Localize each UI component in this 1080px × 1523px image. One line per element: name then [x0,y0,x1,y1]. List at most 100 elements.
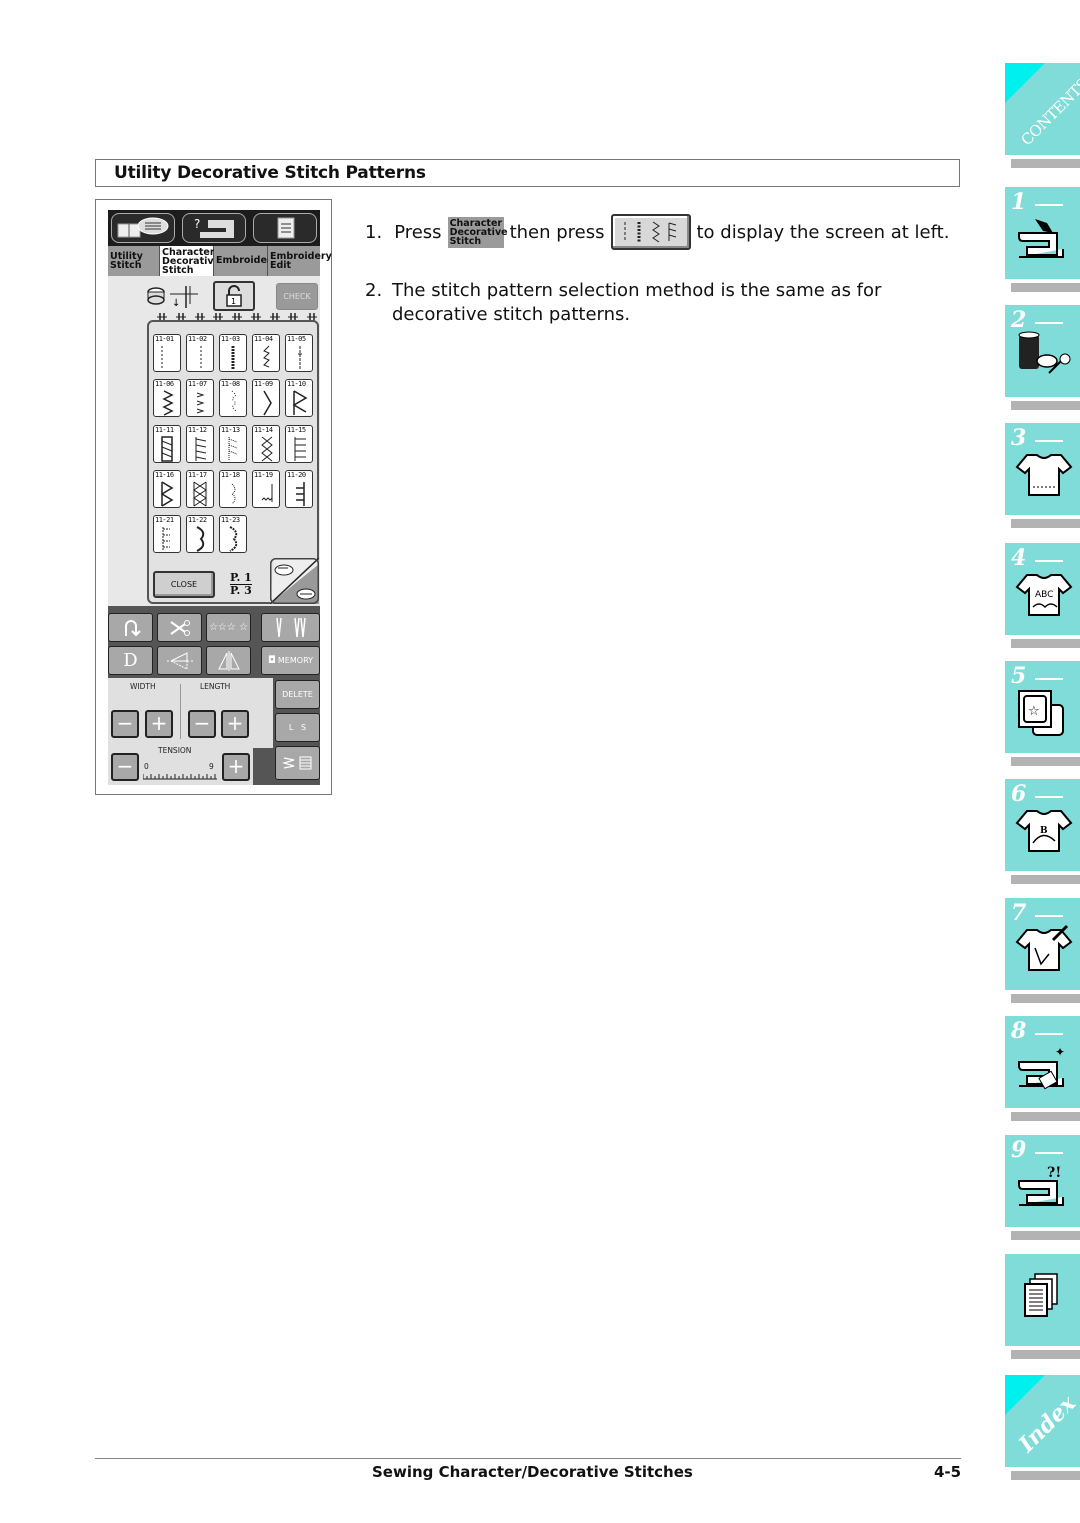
stitch-pattern-11-15[interactable]: 11-15 [285,425,313,463]
tension-plus-button[interactable]: + [222,753,250,781]
thread-cutter-button[interactable] [157,613,202,642]
tab-number: 5 [1011,663,1027,689]
needle-mode-button[interactable] [261,613,320,642]
check-button[interactable]: CHECK [276,283,318,310]
page-turn-button[interactable] [269,557,320,605]
chapter-tab-7[interactable]: 7 [1005,898,1080,990]
length-plus-button[interactable]: + [221,710,249,738]
pattern-repeat-button[interactable]: ☆☆☆ ☆ [206,613,251,642]
page-number: 4-5 [934,1463,962,1481]
tab-embroidery-edit[interactable]: Embroidery Edit [268,246,332,276]
shirt-edit-icon [1015,924,1073,971]
stitch-pattern-11-11[interactable]: 11-11 [153,425,181,463]
tab-shadow [1011,159,1080,168]
tab-dash [1035,1033,1063,1035]
stitch-pattern-11-22[interactable]: 11-22 [186,515,214,553]
chapter-tab-5[interactable]: 5 ☆ [1005,661,1080,753]
stitch-pattern-11-23[interactable]: 11-23 [219,515,247,553]
tension-minus-button[interactable]: − [111,753,139,781]
stitch-glyph-icon [294,437,306,461]
close-button[interactable]: CLOSE [153,571,215,598]
tab-number: 4 [1011,545,1027,571]
stitch-pattern-11-02[interactable]: 11-02 [186,334,214,372]
character-decorative-stitch-key: Character Decorative Stitch [447,216,508,248]
stitch-pattern-11-17[interactable]: 11-17 [186,470,214,508]
stitch-pattern-11-12[interactable]: 11-12 [186,425,214,463]
width-minus-button[interactable]: − [111,710,139,738]
width-plus-button[interactable]: + [145,710,173,738]
tab-utility-stitch[interactable]: Utility Stitch [108,246,160,276]
section-title: Utility Decorative Stitch Patterns [114,163,426,183]
stitch-pattern-11-06[interactable]: 11-06 [153,379,181,417]
appendix-tab[interactable] [1005,1254,1080,1346]
chapter-tab-2[interactable]: 2 [1005,305,1080,397]
tab-shadow [1011,519,1080,528]
delete-button[interactable]: DELETE [275,680,320,709]
tab-dash [1035,560,1063,562]
stitch-patterns-icon [624,221,676,243]
memory-button[interactable]: ◘ MEMORY [261,646,320,675]
length-minus-button[interactable]: − [188,710,216,738]
chapter-tab-9[interactable]: 9?! [1005,1135,1080,1227]
tab-character-decorative-stitch[interactable]: Character Decorative Stitch [160,246,220,276]
stitch-pattern-11-21[interactable]: 11-21 [153,515,181,553]
stitch-glyph-icon [200,346,202,370]
contents-tab[interactable]: CONTENTS [1005,63,1080,155]
hand-down-icon [296,588,316,600]
pattern-code: 11-04 [254,335,273,343]
lock-button[interactable]: 1 [213,281,255,311]
stitch-pattern-11-04[interactable]: 11-04 [252,334,280,372]
stitch-pattern-11-20[interactable]: 11-20 [285,470,313,508]
stitch-pattern-11-07[interactable]: 11-07 [186,379,214,417]
reverse-stitch-button[interactable] [108,613,153,642]
checklist-icon[interactable] [253,213,317,243]
stitch-glyph-icon [196,526,205,552]
pattern-code: 11-10 [287,380,306,388]
svg-text:B: B [1040,826,1048,836]
index-tab[interactable]: Index [1005,1375,1080,1467]
density-button[interactable] [275,746,320,780]
chapter-tab-1[interactable]: 1 [1005,187,1080,279]
elongation-button[interactable]: D [108,646,153,675]
stitch-pattern-11-03[interactable]: 11-03 [219,334,247,372]
stitch-pattern-11-19[interactable]: 11-19 [252,470,280,508]
pattern-code: 11-23 [221,516,240,524]
stitch-glyph-icon [162,390,174,416]
stars-icon: ☆☆☆ ☆ [208,622,249,633]
tab-dash [1035,204,1063,206]
stitch-pattern-11-13[interactable]: 11-13 [219,425,247,463]
stitch-glyph-icon [231,346,235,370]
stitch-glyph-icon [292,390,308,415]
tab-dash [1035,322,1063,324]
stitch-pattern-11-18[interactable]: 11-18 [219,470,247,508]
stitch-pattern-11-10[interactable]: 11-10 [285,379,313,417]
machine-troubleshoot-icon: ?! [1018,1165,1064,1206]
mirror-horizontal-icon [217,650,240,671]
page-total: P. 3 [230,584,252,597]
chapter-tab-3[interactable]: 3 [1005,423,1080,515]
stitch-glyph-icon [160,481,174,507]
stitch-glyph-icon [193,481,207,507]
chapter-tab-4[interactable]: 4 ABC [1005,543,1080,635]
book-icon[interactable] [111,213,175,243]
pattern-code: 11-16 [155,471,174,479]
stitch-pattern-11-14[interactable]: 11-14 [252,425,280,463]
chapter-tab-6[interactable]: 6B [1005,779,1080,871]
stitch-pattern-11-09[interactable]: 11-09 [252,379,280,417]
page-indicator: P. 1 P. 3 [230,572,252,597]
stitch-pattern-11-16[interactable]: 11-16 [153,470,181,508]
size-ls-button[interactable]: L S [275,713,320,742]
pattern-code: 11-13 [221,426,240,434]
mirror-vertical-button[interactable] [157,646,202,675]
mirror-horizontal-button[interactable] [206,646,251,675]
pattern-code: 11-12 [188,426,207,434]
bobbin-needle-icon: ↓ [146,284,202,314]
help-machine-icon[interactable]: ? [182,213,246,243]
stitch-pattern-11-01[interactable]: 11-01 [153,334,181,372]
stitch-pattern-11-05[interactable]: 11-05 [285,334,313,372]
tab-embroidery[interactable]: Embroidery [214,246,278,276]
shirt-stitch-icon [1015,454,1073,496]
stitch-pattern-11-08[interactable]: 11-08 [219,379,247,417]
chapter-tab-8[interactable]: 8 ✦ [1005,1016,1080,1108]
lcd-tabs: Utility Stitch Character Decorative Stitch … [108,246,332,276]
